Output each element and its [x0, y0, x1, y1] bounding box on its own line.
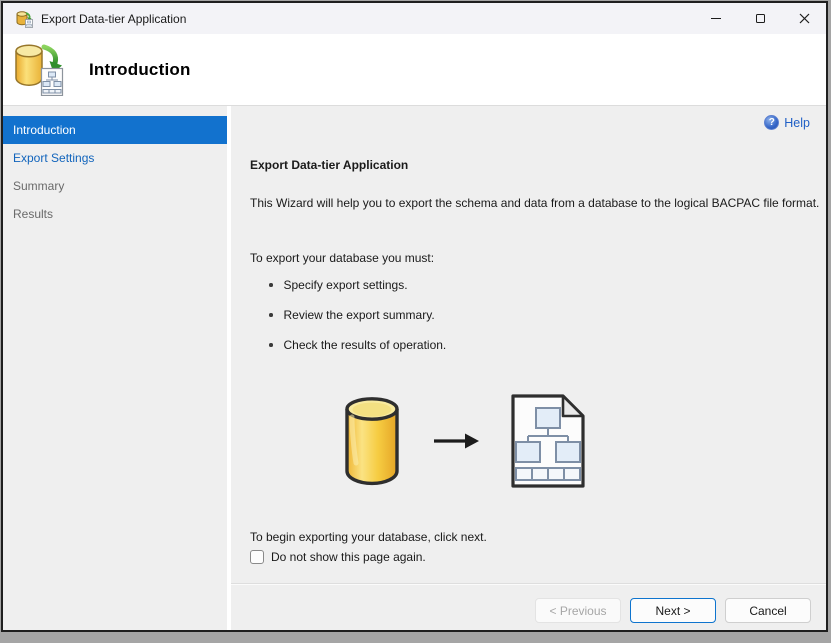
content-panel: ? Help Export Data-tier Application This… — [231, 106, 826, 630]
bullet-icon — [269, 283, 273, 287]
footer-buttons: < Previous Next > Cancel — [535, 598, 811, 623]
list-item: Specify export settings. — [269, 278, 446, 308]
list-item: Review the export summary. — [269, 308, 446, 338]
arrow-right-icon — [434, 433, 479, 449]
bullet-icon — [269, 343, 273, 347]
footer-separator — [231, 583, 826, 585]
minimize-icon — [711, 18, 721, 19]
list-item-label: Review the export summary. — [283, 308, 435, 322]
maximize-icon — [755, 14, 765, 23]
export-illustration — [343, 392, 588, 490]
content-heading: Export Data-tier Application — [250, 158, 409, 172]
export-data-tier-icon — [13, 42, 65, 97]
steps-intro-text: To export your database you must: — [250, 251, 435, 265]
previous-button[interactable]: < Previous — [535, 598, 621, 623]
sidebar-item-results[interactable]: Results — [3, 200, 227, 228]
bullet-icon — [269, 313, 273, 317]
closing-text: To begin exporting your database, click … — [250, 530, 487, 544]
dont-show-again-row[interactable]: Do not show this page again. — [250, 550, 426, 564]
wizard-window: Export Data-tier Application Introductio… — [1, 1, 828, 632]
next-button[interactable]: Next > — [630, 598, 716, 623]
help-icon: ? — [764, 115, 780, 130]
sidebar-item-introduction[interactable]: Introduction — [3, 116, 227, 144]
close-icon — [799, 13, 809, 24]
checkbox-label: Do not show this page again. — [271, 550, 426, 564]
app-database-export-icon — [15, 10, 33, 28]
wizard-steps-sidebar: Introduction Export Settings Summary Res… — [3, 106, 227, 630]
list-item-label: Check the results of operation. — [283, 338, 447, 352]
close-button[interactable] — [782, 3, 826, 34]
checkbox-unchecked-icon[interactable] — [250, 550, 264, 564]
sidebar-item-export-settings[interactable]: Export Settings — [3, 144, 227, 172]
requirements-list: Specify export settings. Review the expo… — [269, 278, 446, 368]
page-title: Introduction — [89, 59, 191, 79]
help-link[interactable]: ? Help — [764, 115, 810, 130]
sidebar-item-summary[interactable]: Summary — [3, 172, 227, 200]
bacpac-file-icon — [511, 394, 585, 488]
database-cylinder-icon — [345, 397, 399, 486]
wizard-header: Introduction — [3, 34, 826, 106]
title-bar[interactable]: Export Data-tier Application — [3, 3, 826, 34]
minimize-button[interactable] — [694, 3, 738, 34]
list-item: Check the results of operation. — [269, 338, 446, 368]
list-item-label: Specify export settings. — [283, 278, 408, 292]
cancel-button[interactable]: Cancel — [725, 598, 811, 623]
intro-paragraph: This Wizard will help you to export the … — [250, 196, 820, 210]
window-controls — [694, 3, 826, 34]
window-title: Export Data-tier Application — [41, 11, 187, 26]
help-label: Help — [784, 115, 810, 130]
maximize-button[interactable] — [738, 3, 782, 34]
